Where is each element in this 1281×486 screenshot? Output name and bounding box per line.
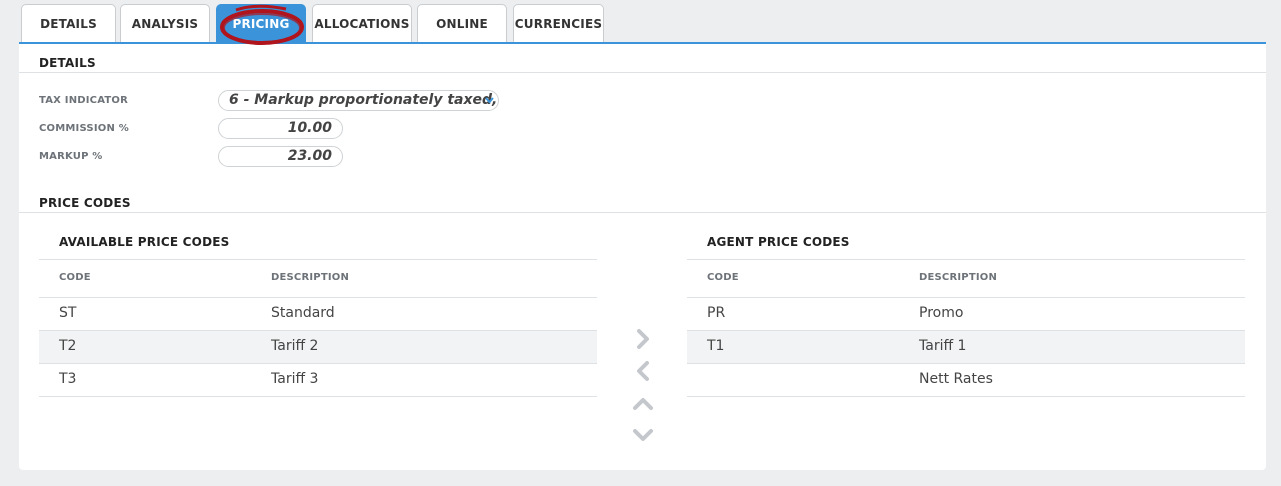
details-section-title: DETAILS [39, 56, 96, 70]
code-cell: T3 [59, 371, 77, 387]
table-row[interactable]: PR Promo [687, 298, 1245, 331]
tab-pricing[interactable]: PRICING [216, 4, 306, 42]
description-cell: Tariff 3 [271, 371, 319, 387]
code-cell: T1 [707, 338, 725, 354]
column-header-description: DESCRIPTION [919, 272, 998, 283]
table-row[interactable]: Nett Rates [687, 364, 1245, 397]
description-cell: Standard [271, 305, 335, 321]
markup-label: MARKUP % [39, 151, 103, 162]
tax-indicator-label: TAX INDICATOR [39, 95, 129, 106]
chevron-right-icon[interactable] [631, 328, 655, 350]
agent-table-header: CODE DESCRIPTION [687, 259, 1245, 298]
tax-indicator-select[interactable]: 6 - Markup proportionately taxed, propor… [218, 90, 499, 111]
commission-input[interactable]: 10.00 [218, 118, 343, 139]
agent-price-codes-title: AGENT PRICE CODES [707, 235, 850, 249]
description-cell: Tariff 2 [271, 338, 319, 354]
tab-details[interactable]: DETAILS [21, 4, 116, 42]
chevron-down-icon [484, 91, 495, 110]
markup-input[interactable]: 23.00 [218, 146, 343, 167]
tab-online[interactable]: ONLINE [417, 4, 507, 42]
tab-analysis[interactable]: ANALYSIS [120, 4, 210, 42]
chevron-left-icon[interactable] [631, 360, 655, 382]
price-codes-section-title: PRICE CODES [39, 196, 131, 210]
column-header-code: CODE [59, 272, 91, 283]
tab-bar: DETAILS ANALYSIS PRICING ALLOCATIONS ONL… [21, 4, 1266, 42]
code-cell: ST [59, 305, 77, 321]
table-row[interactable]: ST Standard [39, 298, 597, 331]
tab-allocations[interactable]: ALLOCATIONS [312, 4, 412, 42]
description-cell: Promo [919, 305, 964, 321]
pricing-panel: DETAILS TAX INDICATOR 6 - Markup proport… [19, 44, 1266, 470]
code-cell: PR [707, 305, 726, 321]
table-row[interactable]: T1 Tariff 1 [687, 331, 1245, 364]
description-cell: Tariff 1 [919, 338, 967, 354]
chevron-up-icon[interactable] [631, 393, 655, 415]
table-row[interactable]: T2 Tariff 2 [39, 331, 597, 364]
divider [19, 212, 1266, 213]
available-table-header: CODE DESCRIPTION [39, 259, 597, 298]
tax-indicator-value: 6 - Markup proportionately taxed, propor… [229, 92, 498, 108]
column-header-description: DESCRIPTION [271, 272, 350, 283]
chevron-down-icon[interactable] [631, 424, 655, 446]
commission-label: COMMISSION % [39, 123, 129, 134]
code-cell: T2 [59, 338, 77, 354]
description-cell: Nett Rates [919, 371, 993, 387]
tab-currencies[interactable]: CURRENCIES [513, 4, 604, 42]
table-row[interactable]: T3 Tariff 3 [39, 364, 597, 397]
column-header-code: CODE [707, 272, 739, 283]
divider [19, 72, 1266, 73]
available-price-codes-title: AVAILABLE PRICE CODES [59, 235, 230, 249]
